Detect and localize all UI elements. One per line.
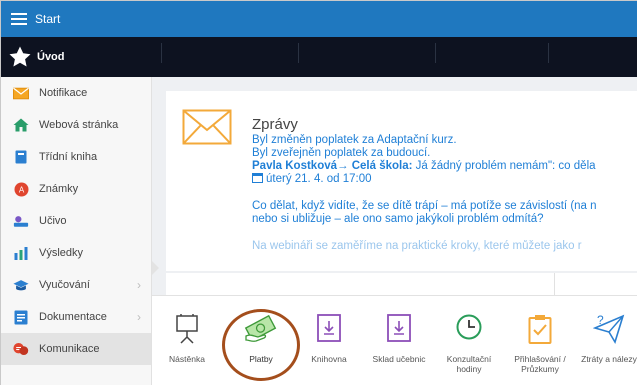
toolbar-item-label: Konzultační hodiny [446, 354, 492, 374]
toolbar-item-ztraty-a-nalezy[interactable]: ? Ztráty a nálezy [578, 296, 637, 385]
messages-card: Zprávy Byl změněn poplatek za Adaptační … [166, 91, 637, 271]
message-target[interactable]: Celá škola: [352, 160, 413, 172]
document-icon [13, 310, 29, 324]
sidebar-item-tridni-kniha[interactable]: Třídní kniha [1, 141, 151, 173]
sidebar-item-label: Učivo [39, 215, 67, 227]
grades-icon: A [13, 182, 29, 196]
message-arrow: → [337, 160, 349, 172]
student-icon [13, 214, 29, 228]
nav-cell[interactable] [161, 43, 162, 63]
toolbar-item-label: Nástěnka [169, 354, 205, 364]
home-icon [13, 118, 29, 132]
toolbar-item-sklad-ucebnic[interactable]: Sklad učebnic [368, 296, 430, 385]
nav-cell[interactable] [548, 43, 549, 63]
toolbar-item-label: Platby [249, 354, 273, 364]
sidebar-item-label: Vyučování [39, 279, 90, 291]
message-item[interactable]: Byl zveřejněn poplatek za budoucí. [252, 147, 637, 160]
toolbar-item-label: Knihovna [311, 354, 347, 364]
toolbar-item-nastenka[interactable]: Nástěnka [156, 296, 218, 385]
sidebar-item-dokumentace[interactable]: Dokumentace › [1, 301, 151, 333]
graduation-cap-icon [13, 278, 29, 292]
message-item[interactable]: Byl změněn poplatek za Adaptační kurz. [252, 134, 637, 147]
menu-icon[interactable] [11, 13, 27, 25]
top-bar: Start [1, 1, 637, 37]
messages-envelope-icon [182, 109, 232, 148]
noticeboard-icon [174, 314, 200, 347]
toolbar-item-konzultacni-hodiny[interactable]: Konzultační hodiny [438, 296, 500, 385]
sidebar: Notifikace Webová stránka Třídní kniha A… [1, 77, 152, 385]
sidebar-item-znamky[interactable]: A Známky [1, 173, 151, 205]
sidebar-item-label: Komunikace [39, 343, 100, 355]
calendar-icon [252, 173, 263, 183]
main-content: Zprávy Byl změněn poplatek za Adaptační … [152, 77, 637, 385]
sidebar-item-vyucovani[interactable]: Vyučování › [1, 269, 151, 301]
sidebar-item-uvod[interactable]: Úvod [1, 37, 152, 77]
sidebar-item-webova-stranka[interactable]: Webová stránka [1, 109, 151, 141]
chevron-right-icon: › [137, 310, 141, 324]
message-item[interactable]: Pavla Kostková→ Celá škola: Já žádný pro… [252, 160, 637, 173]
message-text: Já žádný problém nemám": co děla [412, 160, 596, 172]
svg-text:A: A [18, 185, 24, 194]
envelope-icon [13, 86, 29, 100]
sidebar-item-vysledky[interactable]: Výsledky [1, 237, 151, 269]
toolbar-item-prihlasovani-pruzkumy[interactable]: Přihlašování / Průzkumy [509, 296, 571, 385]
app-title: Start [35, 12, 61, 26]
message-date-text: úterý 21. 4. od 17:00 [266, 173, 372, 185]
sidebar-item-label: Dokumentace [39, 311, 107, 323]
clock-icon [456, 314, 482, 343]
message-date: úterý 21. 4. od 17:00 [252, 173, 637, 186]
sidebar-item-label: Webová stránka [39, 119, 119, 131]
sidebar-item-komunikace[interactable]: Komunikace [1, 333, 151, 365]
nav-cell[interactable] [298, 43, 299, 63]
message-item[interactable]: nebo si ubližuje – ale ono samo jakýkoli… [252, 213, 637, 226]
sidebar-header-label: Úvod [37, 51, 65, 63]
sidebar-item-ucivo[interactable]: Učivo [1, 205, 151, 237]
textbook-store-icon [387, 314, 411, 345]
message-item[interactable]: Na webináři se zaměříme na praktické kro… [252, 240, 637, 253]
nav-cell[interactable] [435, 43, 436, 63]
message-author[interactable]: Pavla Kostková [252, 160, 337, 172]
star-icon [9, 46, 31, 67]
bar-chart-icon [13, 246, 29, 260]
lost-found-icon: ? [592, 313, 625, 347]
sidebar-item-label: Třídní kniha [39, 151, 98, 163]
toolbar-item-label: Sklad učebnic [372, 354, 426, 364]
chat-icon [13, 342, 29, 356]
messages-list: Zprávy Byl změněn poplatek za Adaptační … [252, 117, 637, 253]
card-footer [166, 273, 637, 295]
toolbar-item-label: Ztráty a nálezy [581, 354, 637, 364]
sidebar-item-label: Výsledky [39, 247, 84, 259]
message-item[interactable]: Co dělat, když vidíte, že se dítě trápí … [252, 200, 637, 213]
toolbar-item-knihovna[interactable]: Knihovna [298, 296, 360, 385]
sidebar-item-label: Známky [39, 183, 79, 195]
library-icon [317, 314, 341, 345]
chevron-right-icon: › [137, 278, 141, 292]
payment-icon [244, 314, 278, 347]
active-indicator [152, 261, 159, 275]
book-icon [13, 150, 29, 164]
svg-text:?: ? [597, 314, 604, 327]
sidebar-item-notifikace[interactable]: Notifikace [1, 77, 151, 109]
messages-heading: Zprávy [252, 116, 298, 133]
sidebar-item-label: Notifikace [39, 87, 88, 99]
toolbar-item-platby[interactable]: Platby [230, 296, 292, 385]
clipboard-icon [528, 314, 552, 347]
communication-toolbar: Nástěnka Platby Knihovna Sklad učebnic K… [152, 295, 637, 385]
